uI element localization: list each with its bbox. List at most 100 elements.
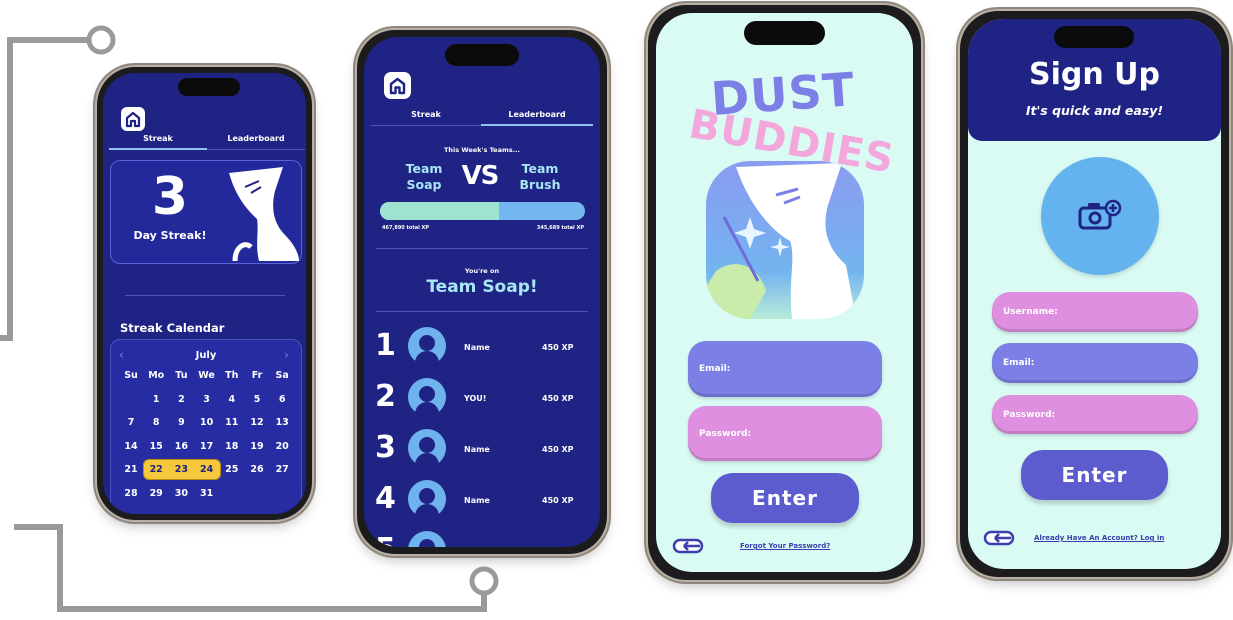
page-title: Sign Up <box>1028 57 1160 92</box>
email-field[interactable]: Email: <box>992 343 1198 383</box>
calendar-day[interactable]: 13 <box>270 417 294 428</box>
username-field[interactable]: Username: <box>992 292 1198 332</box>
email-field-label: Email: <box>699 364 731 374</box>
calendar-weekday: We <box>198 370 215 381</box>
home-icon[interactable] <box>384 72 411 99</box>
calendar-day[interactable]: 4 <box>220 394 244 405</box>
calendar-title: Streak Calendar <box>120 321 225 335</box>
calendar-weekday: Th <box>225 370 239 381</box>
calendar-day[interactable]: 7 <box>119 417 143 428</box>
calendar-day[interactable]: 14 <box>119 441 143 452</box>
player-name: Name <box>464 343 490 352</box>
section-divider <box>376 311 588 312</box>
calendar-grid: Su Mo Tu We Th Fr Sa 1 2 3 4 5 6 7 8 9 10 11 12 13 14 15 16 17 1… <box>119 370 295 510</box>
calendar-day[interactable]: 26 <box>245 464 269 475</box>
forgot-password-link[interactable]: Forgot Your Password? <box>740 542 830 550</box>
enter-button[interactable]: Enter <box>711 473 859 523</box>
enter-button[interactable]: Enter <box>1021 450 1168 500</box>
calendar-day[interactable]: 24 <box>195 464 219 475</box>
app-logo: DUST BUDDIES <box>676 53 898 323</box>
calendar-day[interactable]: 5 <box>245 394 269 405</box>
dynamic-island <box>178 78 240 96</box>
calendar-weekday: Fr <box>251 370 263 381</box>
signup-header: Sign Up It's quick and easy! <box>968 19 1221 141</box>
streak-count: 3 <box>151 167 189 227</box>
rank-number: 4 <box>375 481 396 516</box>
leaderboard-row[interactable]: 2 YOU! 450 XP <box>364 377 600 419</box>
back-arrow-icon[interactable] <box>672 538 704 554</box>
calendar-day[interactable]: 8 <box>144 417 168 428</box>
calendar-day[interactable]: 20 <box>270 441 294 452</box>
dynamic-island <box>744 21 825 45</box>
rank-number: 5 <box>375 532 396 547</box>
calendar-weekday: Sa <box>275 370 289 381</box>
page-subtitle: It's quick and easy! <box>1025 103 1164 118</box>
calendar-weekday: Mo <box>148 370 165 381</box>
team-xp-progress-bar <box>380 202 585 220</box>
calendar-day[interactable]: 28 <box>119 488 143 499</box>
calendar-day[interactable]: 18 <box>220 441 244 452</box>
calendar-day[interactable]: 12 <box>245 417 269 428</box>
calendar-day[interactable]: 2 <box>169 394 193 405</box>
leaderboard-row[interactable]: 1 Name 450 XP <box>364 326 600 368</box>
player-xp: 450 XP <box>542 496 574 505</box>
player-xp: 450 XP <box>542 343 574 352</box>
back-arrow-icon[interactable] <box>983 530 1015 546</box>
tab-leaderboard[interactable]: Leaderboard <box>481 110 593 119</box>
dynamic-island <box>445 44 519 66</box>
chevron-right-icon[interactable]: › <box>284 348 289 362</box>
your-team-name: Team Soap! <box>426 277 538 297</box>
rank-number: 2 <box>375 379 396 414</box>
section-divider <box>376 248 588 249</box>
tab-active-indicator <box>109 148 207 150</box>
tab-leaderboard[interactable]: Leaderboard <box>207 134 305 143</box>
avatar <box>408 378 446 416</box>
tab-streak[interactable]: Streak <box>109 134 207 143</box>
streak-screen: Streak Leaderboard 3 Day Streak! Streak … <box>103 73 306 514</box>
email-field-label: Email: <box>1003 358 1035 368</box>
team-a-progress-fill <box>380 202 499 220</box>
phone-signup: Sign Up It's quick and easy! Username: E… <box>960 11 1229 577</box>
leaderboard-row[interactable]: 3 Name 450 XP <box>364 428 600 470</box>
calendar-day[interactable]: 10 <box>195 417 219 428</box>
player-name: Name <box>464 445 490 454</box>
password-field[interactable]: Password: <box>992 395 1198 434</box>
calendar-day[interactable]: 30 <box>169 488 193 499</box>
password-field-label: Password: <box>699 428 752 439</box>
calendar-day[interactable]: 25 <box>220 464 244 475</box>
calendar-day[interactable]: 15 <box>144 441 168 452</box>
calendar-day[interactable]: 22 <box>144 464 168 475</box>
calendar-day[interactable]: 6 <box>270 394 294 405</box>
calendar-day[interactable]: 9 <box>169 417 193 428</box>
password-field[interactable]: Password: <box>688 406 882 461</box>
avatar <box>408 327 446 365</box>
calendar-day[interactable]: 27 <box>270 464 294 475</box>
login-screen: DUST BUDDIES Email: Password: Enter Forg… <box>656 13 913 572</box>
password-field-label: Password: <box>1003 409 1056 420</box>
leaderboard-row[interactable]: 4 Name 450 XP <box>364 479 600 521</box>
section-divider <box>125 295 285 296</box>
calendar-day[interactable]: 16 <box>169 441 193 452</box>
leaderboard-row[interactable]: 5 <box>364 530 600 547</box>
profile-photo-upload[interactable] <box>1041 157 1159 275</box>
calendar-day[interactable]: 21 <box>119 464 143 475</box>
calendar-day[interactable]: 29 <box>144 488 168 499</box>
calendar-card: ‹ July › Su Mo Tu We Th Fr Sa 1 2 3 4 5 6 7 8 9 10 11 12 13… <box>110 339 302 514</box>
home-icon[interactable] <box>121 107 145 131</box>
player-name: YOU! <box>464 394 487 403</box>
username-field-label: Username: <box>1003 307 1058 317</box>
login-link[interactable]: Already Have An Account? Log in <box>1034 534 1164 542</box>
streak-card: 3 Day Streak! <box>110 160 302 264</box>
calendar-day[interactable]: 11 <box>220 417 244 428</box>
calendar-day[interactable]: 19 <box>245 441 269 452</box>
player-name: Name <box>464 496 490 505</box>
calendar-day[interactable]: 3 <box>195 394 219 405</box>
tab-streak[interactable]: Streak <box>371 110 481 119</box>
calendar-day[interactable]: 1 <box>144 394 168 405</box>
calendar-day[interactable]: 31 <box>195 488 219 499</box>
calendar-day[interactable]: 17 <box>195 441 219 452</box>
rank-number: 3 <box>375 430 396 465</box>
calendar-day[interactable]: 23 <box>169 464 193 475</box>
email-field[interactable]: Email: <box>688 341 882 397</box>
leaderboard-screen: Streak Leaderboard This Week's Teams... … <box>364 37 600 547</box>
